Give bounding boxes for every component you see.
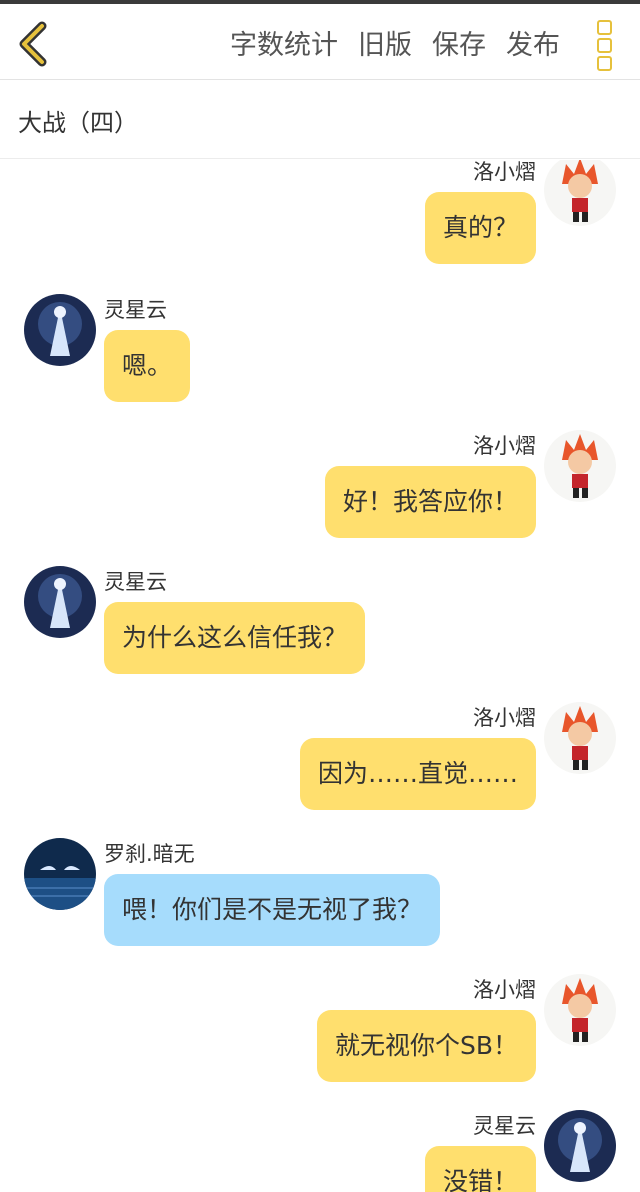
message-bubble[interactable]: 就无视你个SB！ — [316, 1010, 536, 1082]
avatar[interactable] — [24, 566, 96, 638]
toolbar-actions: 字数统计 旧版 保存 发布 — [230, 22, 560, 62]
sender-name: 灵星云 — [473, 1114, 536, 1138]
sender-name: 罗刹.暗无 — [104, 842, 195, 866]
message-bubble[interactable]: 没错！ — [424, 1146, 536, 1192]
sender-name: 洛小熠 — [473, 706, 536, 730]
chat-list[interactable]: 洛小熠 真的？ 灵星云 嗯。 洛小熠 好！我答应你！ 灵星云 为什么这么信任我？… — [0, 160, 640, 1192]
sender-name: 洛小熠 — [473, 434, 536, 458]
avatar[interactable] — [544, 160, 616, 226]
back-button[interactable] — [14, 20, 54, 68]
chapter-title-bar[interactable]: 大战（四） — [0, 81, 640, 159]
message-bubble[interactable]: 为什么这么信任我？ — [104, 602, 366, 674]
word-count-button[interactable]: 字数统计 — [230, 23, 338, 62]
message-bubble[interactable]: 真的？ — [424, 192, 536, 264]
sender-name: 洛小熠 — [473, 978, 536, 1002]
chapter-title: 大战（四） — [18, 109, 138, 137]
message-bubble[interactable]: 因为……直觉…… — [299, 738, 536, 810]
save-button[interactable]: 保存 — [432, 23, 486, 62]
old-version-button[interactable]: 旧版 — [358, 23, 412, 62]
chevron-left-icon — [19, 21, 47, 67]
more-menu-button[interactable] — [590, 18, 620, 71]
message-bubble[interactable]: 好！我答应你！ — [324, 466, 536, 538]
message-bubble[interactable]: 喂！你们是不是无视了我？ — [104, 874, 441, 946]
sender-name: 灵星云 — [104, 298, 167, 322]
top-toolbar: 字数统计 旧版 保存 发布 — [0, 4, 640, 80]
avatar[interactable] — [544, 974, 616, 1046]
avatar[interactable] — [544, 702, 616, 774]
message-bubble[interactable]: 嗯。 — [104, 330, 191, 402]
avatar[interactable] — [24, 838, 96, 910]
avatar[interactable] — [544, 430, 616, 502]
avatar[interactable] — [24, 294, 96, 366]
sender-name: 洛小熠 — [473, 160, 536, 184]
publish-button[interactable]: 发布 — [506, 23, 560, 62]
sender-name: 灵星云 — [104, 570, 167, 594]
avatar[interactable] — [544, 1110, 616, 1182]
